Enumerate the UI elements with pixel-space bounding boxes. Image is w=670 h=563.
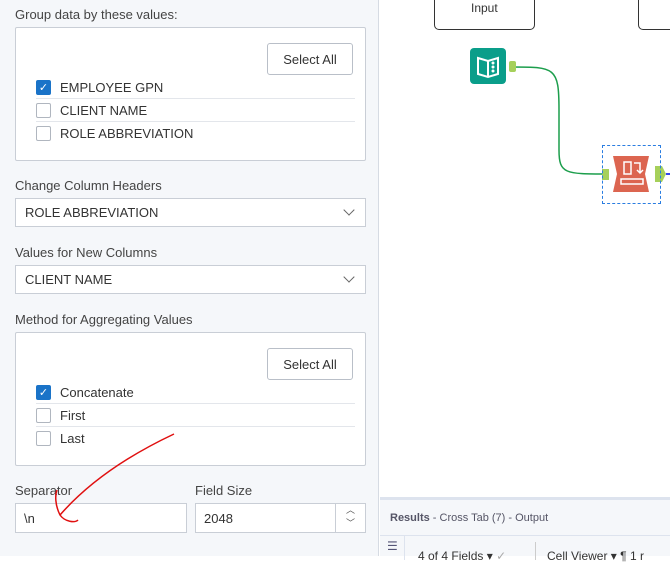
item-label: CLIENT NAME [60, 102, 148, 118]
chevron-down-icon[interactable]: ﹀ [346, 518, 355, 528]
method-select-all-button[interactable]: Select All [267, 348, 353, 380]
checkbox-checked-icon[interactable]: ✓ [36, 384, 51, 400]
red-annotation-arrow [55, 433, 175, 523]
chevron-down-icon [343, 204, 355, 216]
method-item-concatenate[interactable]: ✓ Concatenate [36, 381, 355, 404]
method-item-first[interactable]: First [36, 404, 355, 427]
select-value: ROLE ABBREVIATION [25, 205, 159, 220]
checkbox-icon[interactable] [36, 102, 51, 118]
method-label: Method for Aggregating Values [15, 312, 193, 327]
checkbox-icon[interactable] [36, 407, 51, 423]
field-size-stepper[interactable]: 2048 ︿ ﹀ [195, 503, 366, 533]
list-icon[interactable]: ☰ [387, 539, 398, 553]
checkbox-icon[interactable] [36, 431, 51, 446]
group-item-client-name[interactable]: CLIENT NAME [36, 99, 355, 122]
checkbox-checked-icon[interactable]: ✓ [36, 79, 51, 95]
item-label: Concatenate [60, 384, 134, 400]
chevron-up-icon[interactable]: ︿ [346, 505, 355, 515]
cross-tab-tool-icon [613, 156, 649, 192]
item-label: ROLE ABBREVIATION [60, 126, 194, 141]
fields-label: 4 of 4 Fields [418, 549, 484, 563]
column-headers-select[interactable]: ROLE ABBREVIATION [15, 198, 366, 227]
cell-viewer-dropdown[interactable]: Cell Viewer ▾ ¶ 1 r [547, 549, 644, 563]
group-by-label: Group data by these values: [15, 7, 178, 22]
group-item-employee-gpn[interactable]: ✓ EMPLOYEE GPN [36, 76, 355, 99]
results-toolbar: ☰ 4 of 4 Fields ▾ ✓ Cell Viewer ▾ ¶ 1 r [380, 535, 670, 563]
stepper-arrows[interactable]: ︿ ﹀ [335, 504, 365, 532]
column-headers-label: Change Column Headers [15, 178, 162, 193]
field-size-label: Field Size [195, 483, 253, 498]
results-panel: Results - Cross Tab (7) - Output ☰ 4 of … [380, 497, 670, 563]
item-label: EMPLOYEE GPN [60, 79, 164, 95]
field-size-value: 2048 [204, 510, 233, 526]
select-value: CLIENT NAME [25, 272, 113, 287]
check-icon[interactable]: ✓ [496, 549, 506, 563]
group-select-all-button[interactable]: Select All [267, 43, 353, 75]
cell-viewer-label: Cell Viewer [547, 549, 608, 563]
item-label: First [60, 407, 86, 423]
results-subtitle: - Cross Tab (7) - Output [429, 512, 549, 524]
configuration-panel: Group data by these values: Select All ✓… [0, 0, 379, 556]
values-select[interactable]: CLIENT NAME [15, 265, 366, 294]
pilcrow-icon[interactable]: ¶ [620, 549, 626, 563]
group-by-list: Select All ✓ EMPLOYEE GPN CLIENT NAME ROL… [15, 27, 366, 161]
results-heading: Results [390, 512, 430, 524]
checkbox-icon[interactable] [36, 126, 51, 141]
chevron-down-icon [343, 271, 355, 283]
results-title: Results - Cross Tab (7) - Output [390, 512, 548, 524]
record-count: 1 r [629, 549, 644, 563]
values-label: Values for New Columns [15, 245, 158, 260]
workflow-canvas[interactable]: Input Bo [380, 0, 670, 497]
fields-dropdown[interactable]: 4 of 4 Fields ▾ ✓ [418, 549, 506, 563]
group-item-role-abbreviation[interactable]: ROLE ABBREVIATION [36, 122, 355, 145]
cross-tab-tool-selected[interactable] [602, 145, 661, 204]
